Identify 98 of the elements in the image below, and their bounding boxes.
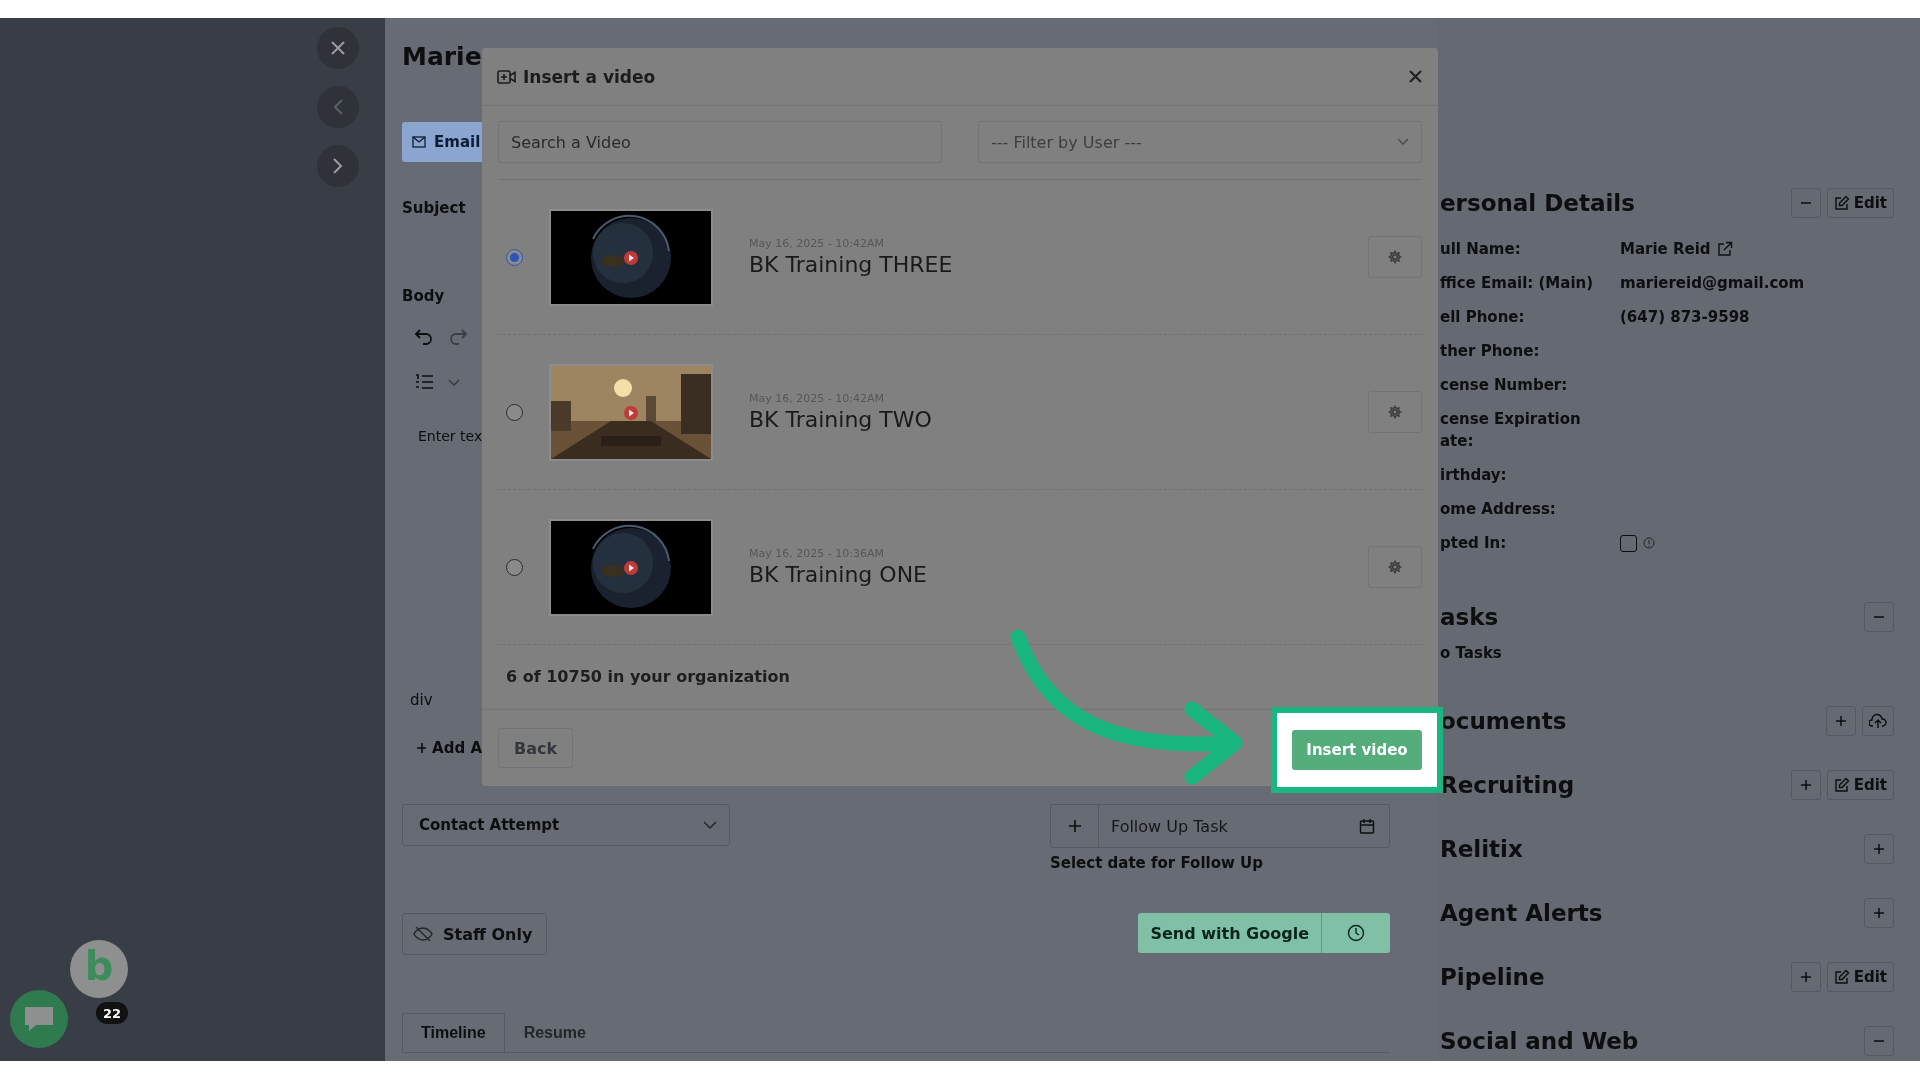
add-link[interactable]: Add A bbox=[432, 739, 482, 757]
settings-button[interactable] bbox=[1368, 391, 1422, 433]
section-title: Relitix bbox=[1440, 836, 1523, 862]
clock-icon bbox=[1347, 924, 1365, 942]
next-button[interactable] bbox=[317, 145, 359, 187]
back-button[interactable]: Back bbox=[498, 728, 574, 768]
radio-button[interactable] bbox=[506, 558, 523, 576]
envelope-icon bbox=[412, 136, 426, 148]
video-count: 6 of 10750 in your organization bbox=[505, 666, 791, 688]
upload-button[interactable] bbox=[1862, 706, 1894, 736]
follow-up-hint: Select date for Follow Up bbox=[1050, 854, 1264, 872]
edit-button[interactable]: Edit bbox=[1826, 188, 1894, 218]
insert-video-button[interactable]: Insert video bbox=[1292, 730, 1422, 770]
edit-button[interactable]: Edit bbox=[1826, 770, 1894, 800]
field-label: cense Expiration ate: bbox=[1440, 409, 1582, 452]
video-title: BK Training THREE bbox=[749, 252, 954, 277]
info-icon bbox=[1643, 537, 1655, 549]
field-label: cense Number: bbox=[1440, 375, 1569, 396]
close-button[interactable] bbox=[317, 27, 359, 69]
plus-icon bbox=[1799, 971, 1812, 983]
field-label: ull Name: bbox=[1440, 239, 1522, 260]
tab[interactable]: Timeline bbox=[402, 1013, 505, 1052]
redo-icon[interactable] bbox=[448, 327, 468, 345]
add-button[interactable] bbox=[1864, 834, 1894, 864]
field-label: ell Phone: bbox=[1440, 307, 1526, 328]
add-button[interactable] bbox=[1790, 770, 1821, 800]
cloud-upload-icon bbox=[1869, 713, 1887, 729]
field-label: pted In: bbox=[1440, 533, 1508, 554]
external-link-icon[interactable] bbox=[1716, 241, 1733, 257]
add-button[interactable] bbox=[1790, 962, 1821, 992]
previous-button[interactable] bbox=[317, 86, 359, 128]
field-value: mariereid@gmail.com bbox=[1620, 273, 1805, 294]
user-filter-select[interactable]: --- Filter by User --- bbox=[978, 121, 1422, 163]
staff-only-button[interactable]: Staff Only bbox=[402, 913, 548, 955]
checkbox[interactable] bbox=[1620, 534, 1637, 552]
add-button[interactable] bbox=[1826, 706, 1856, 736]
plus-icon bbox=[1873, 907, 1885, 919]
field-label: irthday: bbox=[1440, 465, 1508, 486]
gear-icon bbox=[1387, 404, 1403, 420]
gear-icon bbox=[1387, 559, 1403, 575]
close-icon bbox=[330, 40, 346, 56]
plus-icon bbox=[1835, 715, 1847, 727]
video-title: BK Training TWO bbox=[749, 407, 933, 432]
plus-icon bbox=[416, 742, 427, 754]
plus-icon bbox=[1873, 843, 1885, 855]
chevron-left-icon bbox=[332, 98, 344, 116]
undo-icon[interactable] bbox=[414, 327, 434, 345]
dialog-title: Insert a video bbox=[523, 66, 656, 87]
section-title: Agent Alerts bbox=[1440, 900, 1603, 926]
pencil-icon bbox=[1833, 969, 1850, 985]
add-button[interactable] bbox=[1864, 898, 1894, 928]
contact-name: Marie bbox=[402, 42, 482, 71]
empty-message: o Tasks bbox=[1440, 644, 1503, 662]
tab[interactable]: Resume bbox=[504, 1013, 605, 1052]
follow-up-field[interactable]: Follow Up Task bbox=[1050, 804, 1390, 848]
section-title: Social and Web bbox=[1440, 1028, 1639, 1054]
video-title: BK Training ONE bbox=[749, 562, 928, 587]
edit-button[interactable]: Edit bbox=[1826, 962, 1894, 992]
settings-button[interactable] bbox=[1368, 236, 1422, 278]
pencil-icon bbox=[1833, 195, 1850, 211]
chevron-down-icon bbox=[703, 820, 717, 830]
chat-bubble-icon bbox=[22, 1004, 56, 1034]
radio-button[interactable] bbox=[506, 403, 523, 421]
section-title: ocuments bbox=[1440, 708, 1567, 734]
collapse-button[interactable] bbox=[1790, 188, 1821, 218]
gear-icon bbox=[1387, 249, 1403, 265]
chevron-down-icon bbox=[1397, 138, 1409, 146]
plus-icon bbox=[1799, 779, 1812, 791]
settings-button[interactable] bbox=[1368, 546, 1422, 588]
collapse-button[interactable] bbox=[1864, 602, 1894, 632]
search-field[interactable]: Search a Video bbox=[498, 121, 942, 163]
field-value: (647) 873-9598 bbox=[1620, 307, 1750, 328]
element-path: div bbox=[410, 691, 434, 709]
radio-button[interactable] bbox=[506, 248, 523, 266]
contact-attempt-select[interactable]: Contact Attempt bbox=[402, 804, 730, 846]
editor-field[interactable]: Enter tex bbox=[418, 428, 482, 444]
field-label: ome Address: bbox=[1440, 499, 1557, 520]
calendar-icon[interactable] bbox=[1359, 818, 1375, 834]
body-label: Body bbox=[402, 287, 446, 305]
collapse-button[interactable] bbox=[1864, 1026, 1894, 1056]
plus-icon bbox=[1067, 819, 1082, 833]
eye-slash-icon bbox=[413, 926, 433, 942]
pencil-icon bbox=[1833, 777, 1850, 793]
section-title: Pipeline bbox=[1440, 964, 1545, 990]
field-label: ther Phone: bbox=[1440, 341, 1541, 362]
send-button[interactable]: Send with Google bbox=[1138, 913, 1390, 953]
section-title: Recruiting bbox=[1440, 772, 1575, 798]
close-icon bbox=[1409, 70, 1422, 83]
numbered-list-icon[interactable] bbox=[414, 373, 434, 391]
section-title: ersonal Details bbox=[1440, 190, 1635, 216]
video-icon bbox=[497, 68, 517, 85]
notification-badge: 22 bbox=[96, 1002, 128, 1024]
chevron-right-icon bbox=[332, 157, 344, 175]
section-title: asks bbox=[1440, 604, 1499, 630]
email-tab[interactable]: Email bbox=[402, 122, 482, 162]
subject-label: Subject bbox=[402, 199, 467, 217]
field-label: ffice Email: (Main) bbox=[1440, 273, 1595, 294]
field-value: Marie Reid bbox=[1620, 239, 1711, 260]
